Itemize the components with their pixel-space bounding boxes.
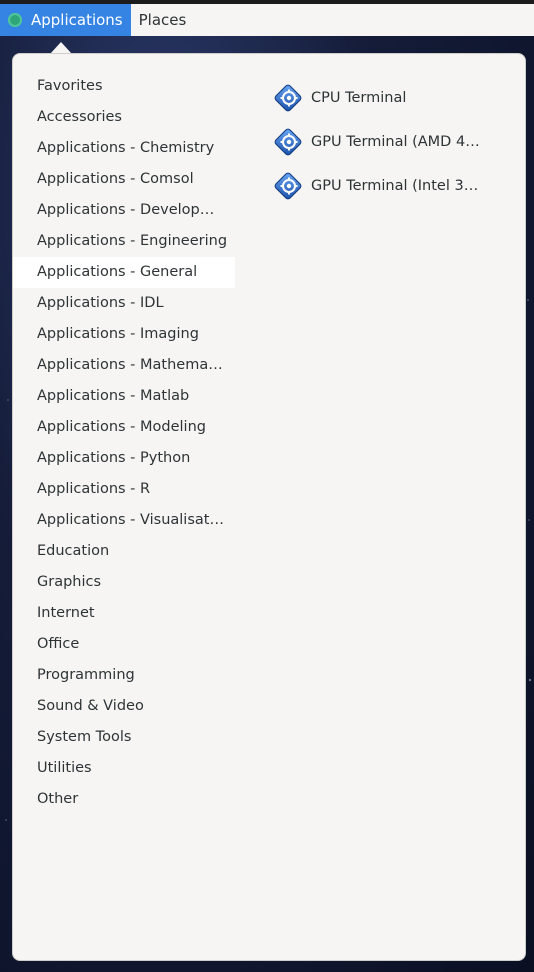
- category-item[interactable]: Applications - General: [13, 257, 235, 288]
- category-item[interactable]: Applications - Develop…: [13, 195, 235, 226]
- places-menu-label: Places: [138, 11, 187, 29]
- category-item[interactable]: System Tools: [13, 722, 235, 753]
- category-item[interactable]: Applications - Imaging: [13, 319, 235, 350]
- applications-menu-button[interactable]: Applications: [0, 4, 131, 36]
- category-list: Favorites Accessories Applications - Chemi…: [13, 71, 235, 815]
- category-item[interactable]: Office: [13, 629, 235, 660]
- category-item[interactable]: Applications - Modeling: [13, 412, 235, 443]
- category-item[interactable]: Graphics: [13, 567, 235, 598]
- applications-logo-icon: [8, 13, 22, 27]
- app-item[interactable]: CPU Terminal: [271, 76, 511, 120]
- app-list: CPU Terminal GPU Terminal (AMD 48… GPU T…: [271, 76, 511, 208]
- applications-menu-popup: Favorites Accessories Applications - Chemi…: [12, 53, 526, 961]
- category-item[interactable]: Applications - Comsol: [13, 164, 235, 195]
- category-item[interactable]: Internet: [13, 598, 235, 629]
- category-item[interactable]: Accessories: [13, 102, 235, 133]
- places-menu-button[interactable]: Places: [131, 4, 195, 36]
- category-item[interactable]: Applications - Matlab: [13, 381, 235, 412]
- category-item[interactable]: Programming: [13, 660, 235, 691]
- app-item[interactable]: GPU Terminal (AMD 48…: [271, 120, 511, 164]
- category-item[interactable]: Applications - IDL: [13, 288, 235, 319]
- category-item[interactable]: Applications - Python: [13, 443, 235, 474]
- app-item[interactable]: GPU Terminal (Intel 32c…: [271, 164, 511, 208]
- app-item-label: GPU Terminal (Intel 32c…: [311, 178, 483, 194]
- category-item[interactable]: Applications - Chemistry: [13, 133, 235, 164]
- category-item[interactable]: Utilities: [13, 753, 235, 784]
- app-item-label: CPU Terminal: [311, 90, 407, 106]
- applications-menu-label: Applications: [31, 11, 123, 29]
- terminal-gear-icon: [271, 169, 305, 203]
- category-item[interactable]: Applications - Engineering: [13, 226, 235, 257]
- category-item[interactable]: Favorites: [13, 71, 235, 102]
- category-item[interactable]: Applications - Visualisat…: [13, 505, 235, 536]
- app-item-label: GPU Terminal (AMD 48…: [311, 134, 483, 150]
- category-item[interactable]: Other: [13, 784, 235, 815]
- category-item[interactable]: Sound & Video: [13, 691, 235, 722]
- terminal-gear-icon: [271, 125, 305, 159]
- category-item[interactable]: Applications - R: [13, 474, 235, 505]
- top-panel: Applications Places: [0, 0, 534, 36]
- category-item[interactable]: Education: [13, 536, 235, 567]
- category-item[interactable]: Applications - Mathema…: [13, 350, 235, 381]
- terminal-gear-icon: [271, 81, 305, 115]
